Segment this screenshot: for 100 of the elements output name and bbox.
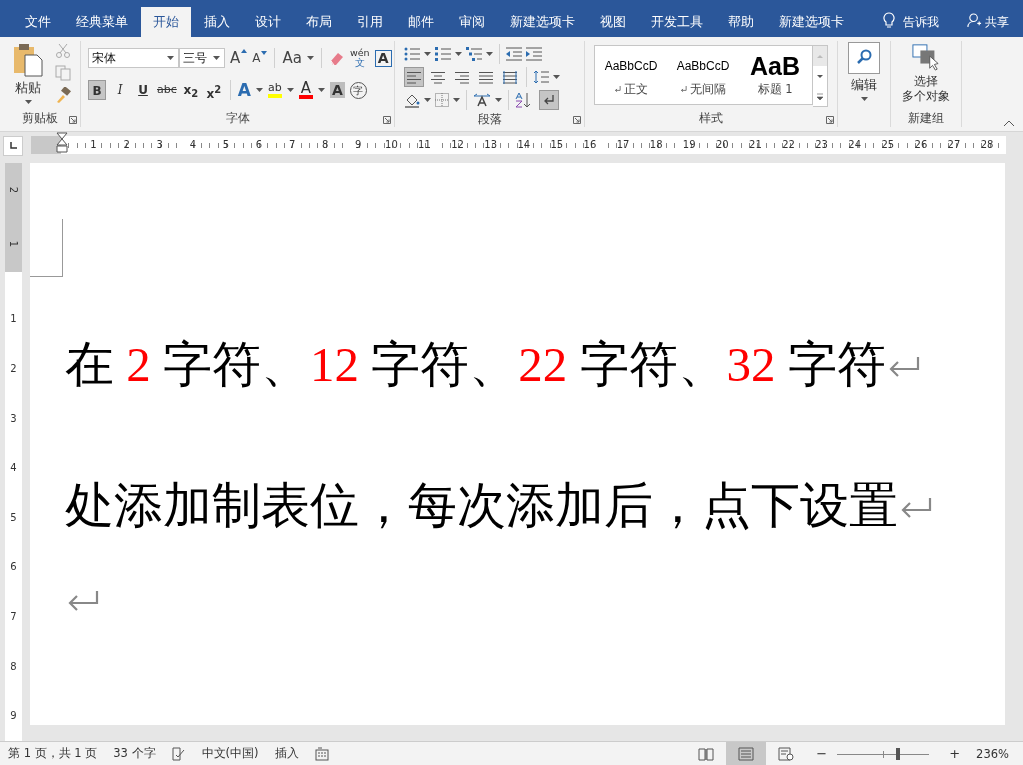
format-button[interactable]: x$^{2}$ <box>204 80 223 100</box>
tab-selector[interactable] <box>3 136 23 156</box>
ruler-number: 6 <box>254 138 264 152</box>
style-item[interactable]: AaBbCcD 无间隔 <box>667 46 739 104</box>
align-button[interactable] <box>404 67 424 87</box>
font-name-field[interactable]: 宋体 <box>88 48 179 68</box>
insert-mode-indicator[interactable]: 插入 <box>274 746 299 761</box>
format-button[interactable]: x$_{2}$ <box>181 80 200 100</box>
font-size-field[interactable]: 三号 <box>179 48 225 68</box>
ribbon-tab[interactable]: 开始 <box>141 7 191 37</box>
paint-bucket-icon[interactable] <box>404 92 420 108</box>
tell-me-field[interactable]: 告诉我 <box>903 7 939 37</box>
sort-icon[interactable] <box>515 92 531 108</box>
format-painter-icon[interactable] <box>55 87 71 103</box>
grow-font-button[interactable]: A <box>230 49 248 67</box>
ruler-number: 18 <box>648 138 664 152</box>
ribbon-tab[interactable]: 邮件 <box>396 7 446 37</box>
caret-icon[interactable] <box>306 56 314 60</box>
search-icon <box>848 42 880 74</box>
highlight-button[interactable]: ab <box>267 82 282 98</box>
align-icon <box>455 70 469 84</box>
zoom-slider-thumb[interactable] <box>895 747 900 760</box>
more-styles-icon[interactable] <box>813 86 827 106</box>
caret-icon[interactable] <box>424 98 431 102</box>
caret-icon[interactable] <box>255 88 263 92</box>
collapse-ribbon-icon[interactable] <box>1003 120 1015 127</box>
caret-icon[interactable] <box>486 52 493 56</box>
ribbon-tab[interactable]: 设计 <box>243 7 293 37</box>
character-border-button[interactable]: A <box>374 49 392 67</box>
ribbon-tab[interactable]: 插入 <box>192 7 242 37</box>
zoom-in-button[interactable]: + <box>949 746 961 761</box>
ribbon-tab[interactable]: 新建选项卡 <box>498 7 587 37</box>
ruler-number: 2 <box>122 138 131 152</box>
left-tab-icon <box>9 142 17 150</box>
caret-icon[interactable] <box>24 100 32 104</box>
format-button[interactable]: B <box>88 80 106 100</box>
dialog-launcher-icon[interactable] <box>69 116 77 124</box>
web-layout-icon <box>778 746 795 761</box>
word-count[interactable]: 33 个字 <box>113 746 156 761</box>
format-button[interactable]: abc <box>157 80 177 100</box>
style-item[interactable]: AaBbCcD 正文 <box>595 46 667 104</box>
style-item[interactable]: AaB 标题 1 <box>739 46 811 104</box>
scroll-down-icon[interactable] <box>813 66 827 86</box>
show-marks-button[interactable] <box>539 90 559 110</box>
caret-icon[interactable] <box>455 52 462 56</box>
numbered-list-icon[interactable] <box>435 47 451 61</box>
chinese-layout-icon[interactable] <box>473 93 491 107</box>
caret-icon[interactable] <box>317 88 325 92</box>
ruler-number: 25 <box>880 138 896 152</box>
caret-icon[interactable] <box>495 98 502 102</box>
format-button[interactable]: U <box>134 80 152 100</box>
zoom-out-button[interactable]: − <box>816 746 828 761</box>
ruler-number: 8 <box>321 138 330 152</box>
format-button[interactable]: I <box>111 80 129 100</box>
dialog-launcher-icon[interactable] <box>383 116 391 124</box>
caret-icon[interactable] <box>553 75 560 79</box>
ribbon-tab[interactable]: 审阅 <box>447 7 497 37</box>
ribbon-tab[interactable]: 视图 <box>588 7 638 37</box>
zoom-level[interactable]: 236% <box>976 746 1009 761</box>
decrease-indent-icon[interactable] <box>506 47 522 61</box>
ruler-number: 9 <box>354 138 363 152</box>
dialog-launcher-icon[interactable] <box>826 116 834 124</box>
caret-icon[interactable] <box>167 56 174 60</box>
select-objects-button[interactable]: 选择 多个对象 <box>891 41 961 110</box>
ribbon-tab[interactable]: 新建选项卡 <box>767 7 856 37</box>
caret-icon[interactable] <box>453 98 460 102</box>
text-effects-button[interactable]: A <box>237 80 251 100</box>
ribbon-tab[interactable]: 布局 <box>294 7 344 37</box>
ruler-number: 3 <box>155 138 164 152</box>
ribbon-tab[interactable]: 经典菜单 <box>64 7 140 37</box>
caret-icon[interactable] <box>286 88 294 92</box>
increase-indent-icon[interactable] <box>526 47 542 61</box>
share-button[interactable]: 共享 <box>985 7 1009 37</box>
multilevel-list-icon[interactable] <box>466 47 482 61</box>
editing-button[interactable]: 编辑 <box>838 41 890 127</box>
ribbon-tab[interactable]: 引用 <box>345 7 395 37</box>
language-indicator[interactable]: 中文(中国) <box>201 746 259 761</box>
caret-icon[interactable] <box>213 56 220 60</box>
person-icon[interactable] <box>967 13 982 28</box>
crop-mark <box>30 219 63 277</box>
page-count[interactable]: 第 1 页，共 1 页 <box>8 746 98 761</box>
lightbulb-icon[interactable] <box>883 12 895 28</box>
ribbon-tab[interactable]: 文件 <box>13 7 63 37</box>
ribbon-tab[interactable]: 开发工具 <box>639 7 715 37</box>
view-button[interactable] <box>726 742 767 765</box>
phonetic-guide-button[interactable]: wén 文 <box>349 48 370 68</box>
dialog-launcher-icon[interactable] <box>573 116 581 124</box>
ruler-number: 17 <box>615 138 631 152</box>
ribbon-tab[interactable]: 帮助 <box>716 7 766 37</box>
bullet-list-icon[interactable] <box>404 47 420 61</box>
caret-icon[interactable] <box>424 52 431 56</box>
font-color-button[interactable]: A <box>298 81 313 99</box>
character-shading-button[interactable]: A <box>329 82 345 98</box>
paste-button[interactable]: 粘贴 <box>13 43 43 110</box>
caret-icon <box>860 97 868 101</box>
change-case-button[interactable]: Aa <box>282 49 302 67</box>
ruler-number: 19 <box>681 138 697 152</box>
line-spacing-icon[interactable] <box>533 70 549 84</box>
proofing-icon[interactable] <box>171 746 186 761</box>
shrink-font-button[interactable]: A <box>252 51 268 65</box>
